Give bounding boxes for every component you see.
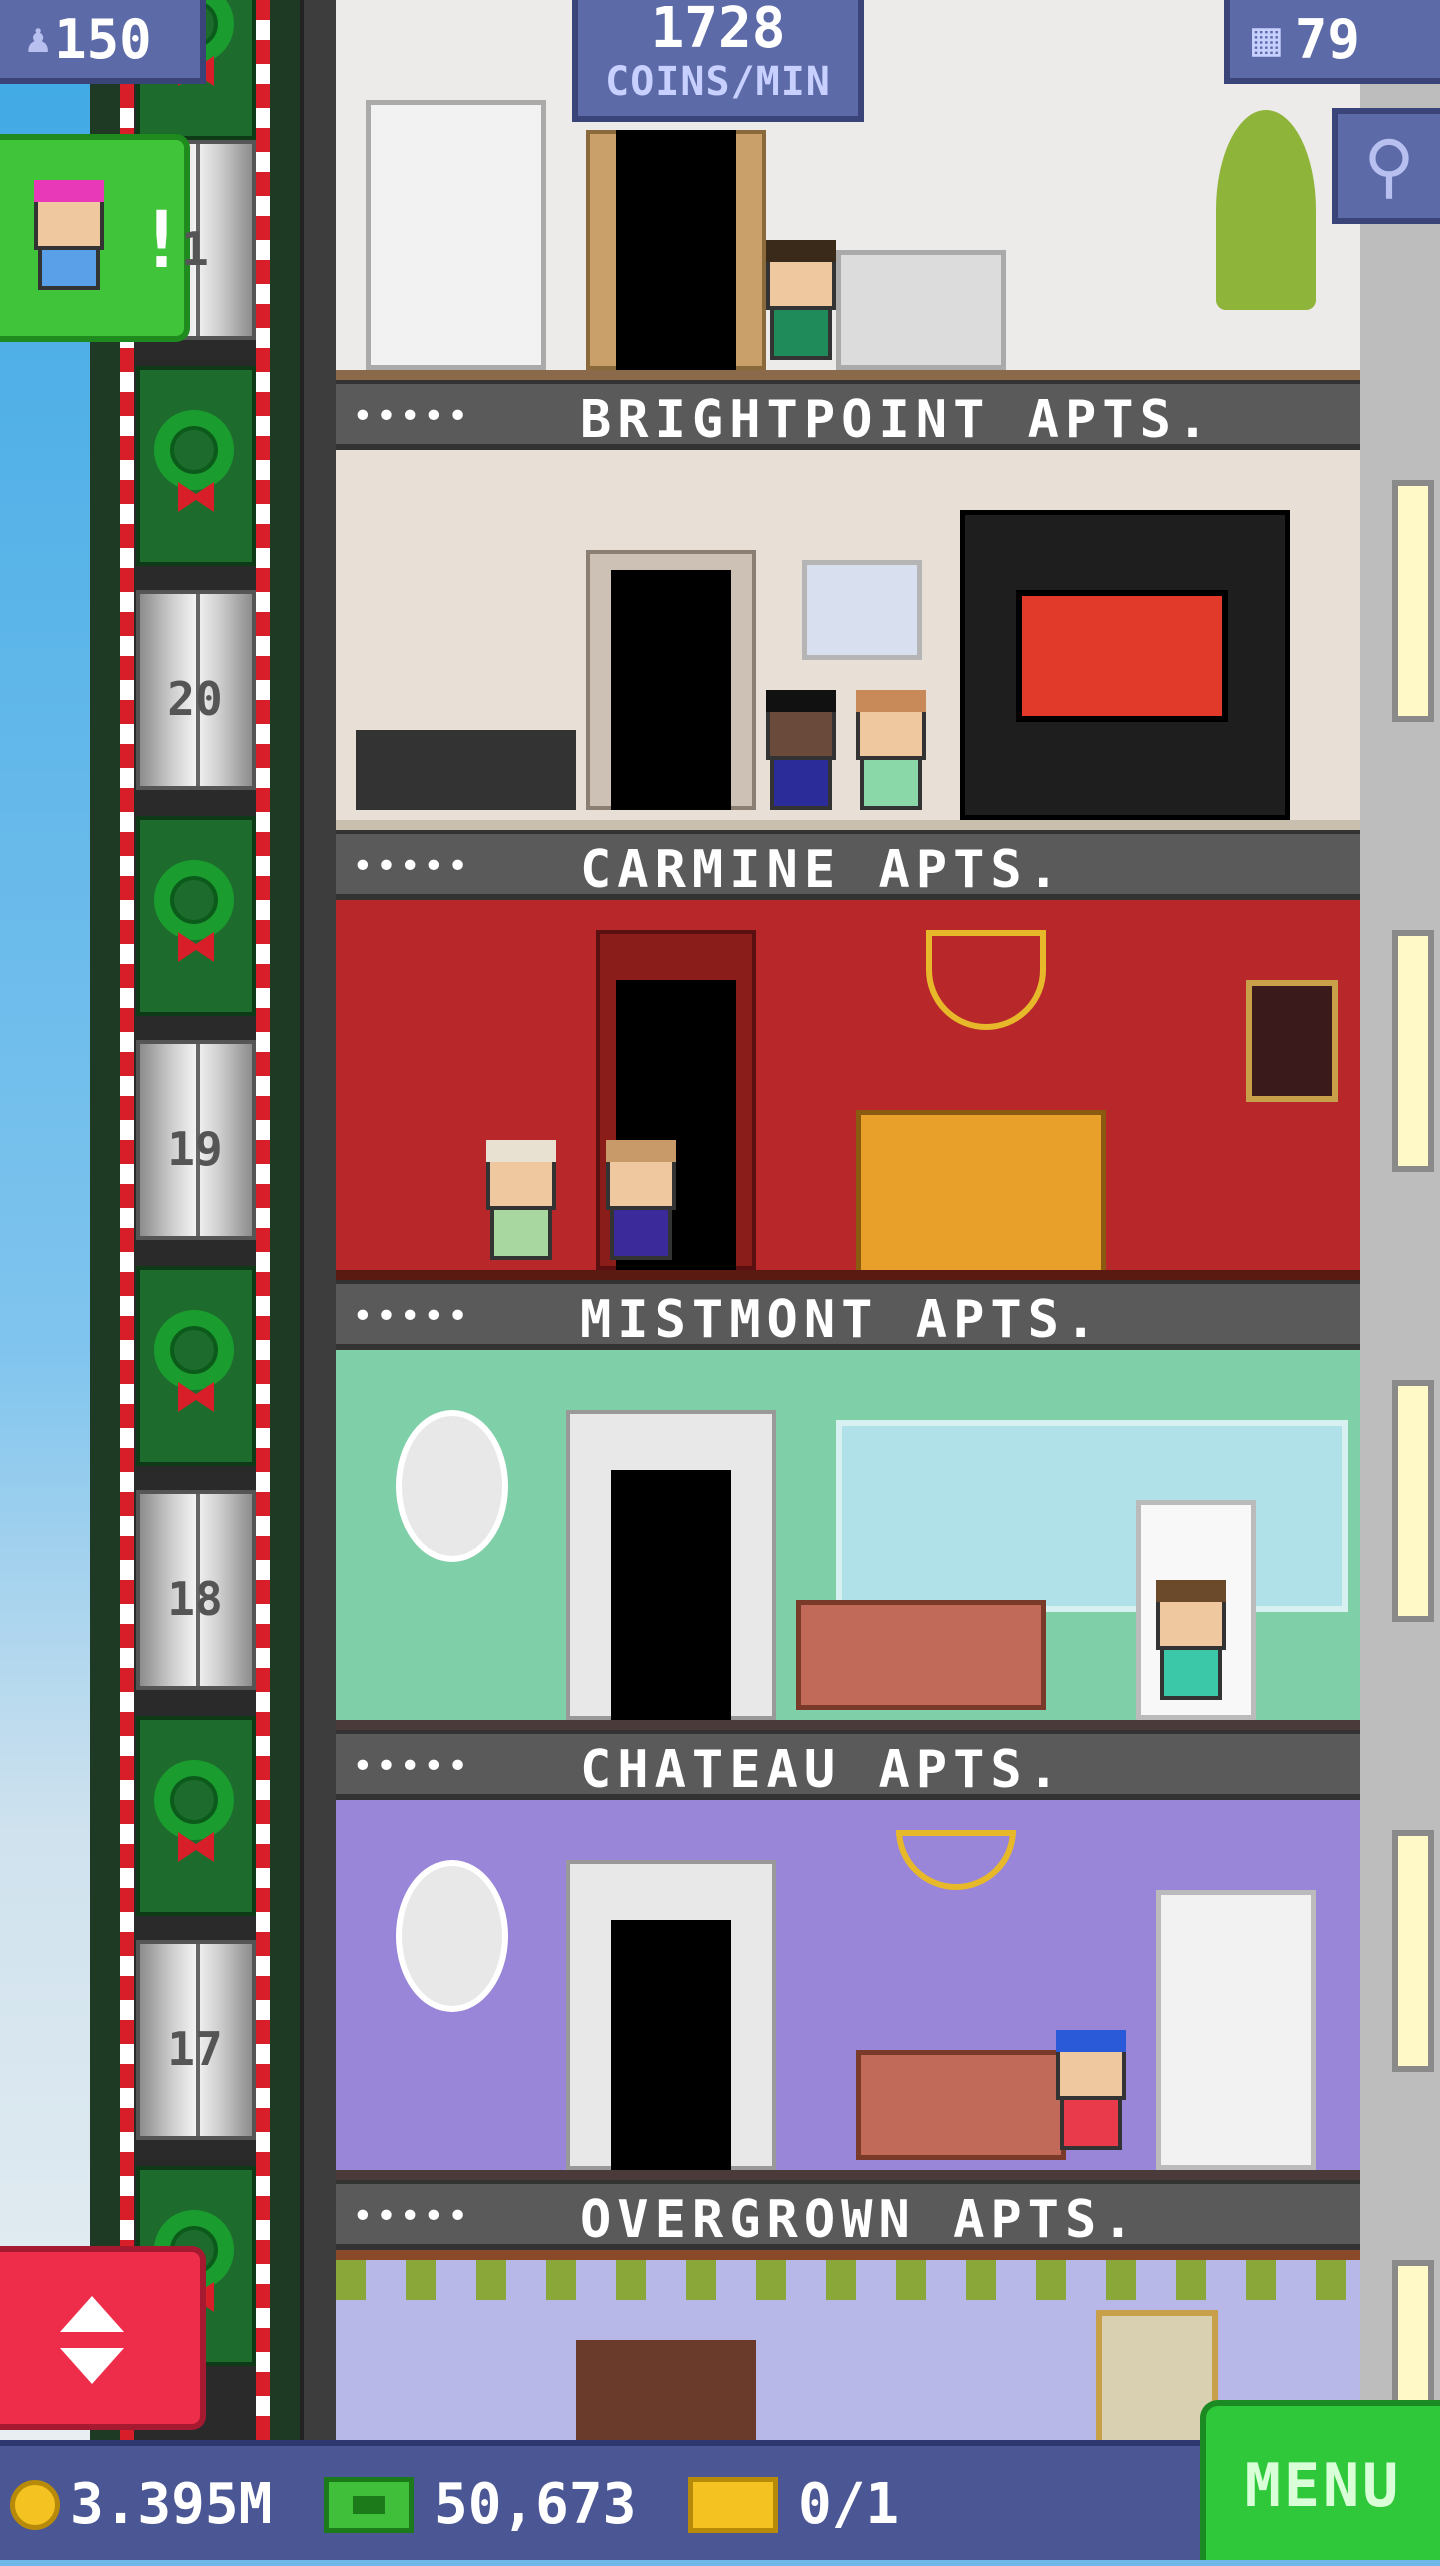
arrow-down-icon xyxy=(60,2348,124,2384)
room-carmine[interactable] xyxy=(336,900,1360,1280)
fireplace xyxy=(576,2340,756,2440)
painting xyxy=(1246,980,1338,1102)
window xyxy=(836,1420,1348,1612)
sofa xyxy=(856,2050,1066,2160)
tower-window xyxy=(1392,930,1434,1172)
elevator-wreath xyxy=(136,366,256,566)
room-mistmont[interactable] xyxy=(336,1350,1360,1730)
elevator-wall xyxy=(300,0,340,2440)
table xyxy=(356,730,576,810)
doorway xyxy=(616,130,736,370)
floor-banner[interactable]: ••••• BRIGHTPOINT APTS. xyxy=(336,380,1360,450)
painting xyxy=(802,560,922,660)
tenant[interactable] xyxy=(766,240,836,360)
floor-name: CHATEAU APTS. xyxy=(580,1740,1065,1800)
tv-screen xyxy=(1016,590,1228,722)
bux-value: 50,673 xyxy=(434,2472,637,2537)
floor-stars: ••••• xyxy=(352,396,471,437)
population-value: 150 xyxy=(54,7,152,71)
floor-number: 1 xyxy=(181,222,209,276)
tower-window xyxy=(1392,1380,1434,1622)
floor-number: 20 xyxy=(167,672,223,726)
tower-window xyxy=(1392,480,1434,722)
ticket-icon xyxy=(688,2476,778,2533)
elevator-door[interactable]: 19 xyxy=(136,1040,256,1240)
menu-button[interactable]: MENU xyxy=(1200,2400,1440,2560)
elevator-wreath xyxy=(136,1266,256,1466)
population-counter[interactable]: ♟ 150 xyxy=(0,0,206,84)
floor-name: OVERGROWN APTS. xyxy=(580,2190,1140,2250)
doorway xyxy=(611,570,731,810)
floor-banner[interactable]: ••••• OVERGROWN APTS. xyxy=(336,2180,1360,2250)
sofa xyxy=(796,1600,1046,1710)
tickets-display[interactable]: 0/1 xyxy=(688,2472,899,2537)
person-icon: ♟ xyxy=(26,16,51,62)
candy-stripe-right xyxy=(256,0,270,2440)
bux-display[interactable]: 50,673 xyxy=(324,2472,636,2537)
floor-banner[interactable]: ••••• CHATEAU APTS. xyxy=(336,1730,1360,1800)
tenant[interactable] xyxy=(766,690,836,810)
bookshelf xyxy=(366,100,546,370)
chandelier xyxy=(896,1830,1016,1890)
floor-count-value: 79 xyxy=(1294,7,1360,71)
coins-per-minute-value: 1728 xyxy=(650,0,786,61)
elevator-door[interactable]: 18 xyxy=(136,1490,256,1690)
room-chateau[interactable] xyxy=(336,1800,1360,2180)
floor-number: 18 xyxy=(167,1572,223,1626)
zoom-button[interactable]: ⚲ xyxy=(1332,108,1440,224)
doorway xyxy=(611,1920,731,2170)
candy-stripe-left xyxy=(120,0,134,2440)
visitor-avatar xyxy=(34,180,104,290)
floor-stars: ••••• xyxy=(352,846,471,887)
magnifier-icon: ⚲ xyxy=(1363,125,1415,207)
coins-value: 3.395M xyxy=(70,2472,273,2537)
coin-icon xyxy=(10,2479,60,2530)
coins-per-minute-panel: 1728 COINS/MIN xyxy=(572,0,864,122)
chandelier xyxy=(926,930,1046,1030)
elevator-door[interactable]: 17 xyxy=(136,1940,256,2140)
floor-stars: ••••• xyxy=(352,1296,471,1337)
sofa xyxy=(836,250,1006,370)
tower-right-wall xyxy=(1360,0,1440,2440)
floor-name: MISTMONT APTS. xyxy=(580,1290,1103,1350)
building-icon: ▦ xyxy=(1252,11,1281,67)
cabinet xyxy=(1156,1890,1316,2170)
coins-display[interactable]: 3.395M xyxy=(10,2472,272,2537)
tenant[interactable] xyxy=(856,690,926,810)
floor-name: CARMINE APTS. xyxy=(580,840,1065,900)
plant xyxy=(1216,110,1316,310)
tickets-value: 0/1 xyxy=(798,2472,900,2537)
arrow-up-icon xyxy=(60,2296,124,2332)
tenant[interactable] xyxy=(1056,2030,1126,2150)
tenant[interactable] xyxy=(1156,1580,1226,1700)
floor-stars: ••••• xyxy=(352,2196,471,2237)
tenant[interactable] xyxy=(486,1140,556,1260)
floor-counter[interactable]: ▦ 79 xyxy=(1224,0,1440,84)
floor-banner[interactable]: ••••• MISTMONT APTS. xyxy=(336,1280,1360,1350)
floor-name: BRIGHTPOINT APTS. xyxy=(580,390,1215,450)
elevator-wreath xyxy=(136,816,256,1016)
elevator-wreath xyxy=(136,1716,256,1916)
bed xyxy=(856,1110,1106,1270)
doorway xyxy=(611,1470,731,1720)
floor-number: 17 xyxy=(167,2022,223,2076)
tower-window xyxy=(1392,1830,1434,2072)
floor-stars: ••••• xyxy=(352,1746,471,1787)
mirror xyxy=(396,1410,508,1562)
room-brightpoint[interactable] xyxy=(336,450,1360,830)
sky-background xyxy=(0,0,90,2440)
elevator-button[interactable] xyxy=(0,2246,206,2430)
elevator-door[interactable]: 20 xyxy=(136,590,256,790)
vines xyxy=(336,2260,1360,2300)
tenant[interactable] xyxy=(606,1140,676,1260)
floor-number: 19 xyxy=(167,1122,223,1176)
mirror xyxy=(396,1860,508,2012)
floor-banner[interactable]: ••••• CARMINE APTS. xyxy=(336,830,1360,900)
bux-icon xyxy=(324,2476,414,2533)
coins-per-minute-label: COINS/MIN xyxy=(605,59,831,105)
